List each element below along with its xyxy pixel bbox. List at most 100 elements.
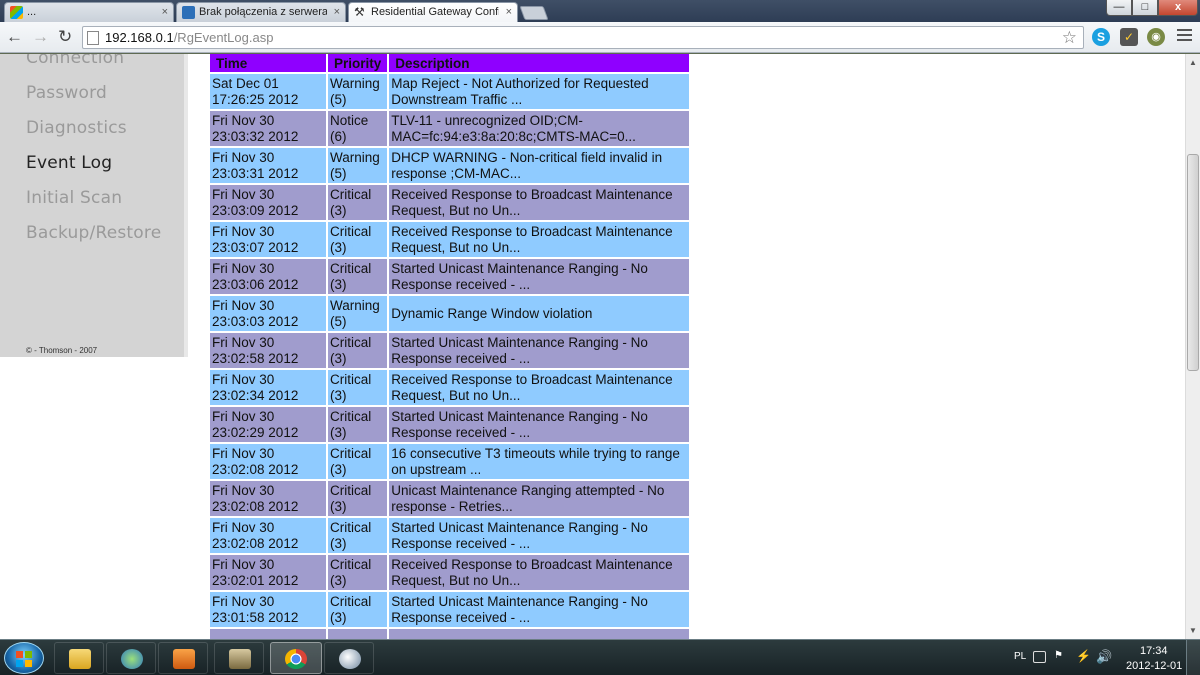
table-header-row: Time Priority Description <box>210 54 691 74</box>
description-cell-line: Request, But no Un... <box>391 202 521 218</box>
tab-strip: ... × Brak połączenia z serwerami × ⚒ Re… <box>0 0 1200 22</box>
description-cell: Received Response to Broadcast Maintenan… <box>389 370 691 407</box>
tab-1[interactable]: ... × <box>4 2 174 22</box>
description-cell: Started Unicast Maintenance Ranging - No… <box>389 333 691 370</box>
sidebar: Connection Password Diagnostics Event Lo… <box>0 54 188 357</box>
priority-cell-line: (5) <box>330 91 347 107</box>
menu-icon[interactable] <box>1177 29 1192 43</box>
priority-cell-line: (3) <box>330 239 347 255</box>
description-cell-line: Received Response to Broadcast Maintenan… <box>391 556 673 572</box>
description-cell: Unicast Maintenance Ranging attempted - … <box>389 481 691 518</box>
clock-time[interactable]: 17:34 <box>1140 645 1168 657</box>
media-player-icon <box>173 649 195 669</box>
taskbar-media-player-button[interactable] <box>158 642 208 674</box>
priority-cell-line: (3) <box>330 424 347 440</box>
language-indicator[interactable]: PL <box>1014 651 1026 662</box>
sidebar-item-initial-scan[interactable]: Initial Scan <box>26 188 122 208</box>
time-cell-line: Fri Nov 30 <box>212 519 275 535</box>
time-cell: Fri Nov 30 23:02:08 2012 <box>210 481 328 518</box>
scroll-down-arrow-icon[interactable]: ▼ <box>1189 626 1197 635</box>
checkmark-extension-icon[interactable]: ✓ <box>1120 28 1138 46</box>
url-text[interactable]: 192.168.0.1/RgEventLog.asp <box>105 30 273 45</box>
reload-icon[interactable]: ↻ <box>58 27 72 47</box>
time-cell-line: Fri Nov 30 <box>212 556 275 572</box>
time-cell-line: Fri Nov 30 <box>212 186 275 202</box>
sidebar-item-event-log[interactable]: Event Log <box>26 153 112 173</box>
skype-extension-icon[interactable]: S <box>1092 28 1110 46</box>
taskbar-network-button[interactable] <box>106 642 156 674</box>
description-cell-line: DHCP WARNING - Non-critical field invali… <box>391 149 663 165</box>
description-cell-line: Started Unicast Maintenance Ranging - No <box>391 593 648 609</box>
sidebar-item-password[interactable]: Password <box>26 83 107 103</box>
priority-cell-line: (3) <box>330 535 347 551</box>
sidebar-item-diagnostics[interactable]: Diagnostics <box>26 118 127 138</box>
new-tab-button[interactable] <box>519 6 549 20</box>
window-close-button[interactable]: x <box>1158 0 1198 16</box>
priority-cell-line: (3) <box>330 461 347 477</box>
tab-2[interactable]: Brak połączenia z serwerami × <box>176 2 346 22</box>
taskbar-chrome-button[interactable] <box>270 642 322 674</box>
time-cell-line: 23:02:08 2012 <box>212 498 299 514</box>
show-desktop-button[interactable] <box>1186 640 1200 675</box>
tab-close-icon[interactable]: × <box>506 3 512 21</box>
description-cell: TLV-11 - unrecognized OID;CM- MAC=fc:94:e… <box>389 111 691 148</box>
priority-cell-line: Warning <box>330 149 380 165</box>
sidebar-item-backup-restore[interactable]: Backup/Restore <box>26 223 161 243</box>
time-cell-line: 23:02:08 2012 <box>212 535 299 551</box>
keyboard-icon[interactable] <box>1033 651 1046 663</box>
description-cell-line: TLV-11 - unrecognized OID;CM- <box>391 112 583 128</box>
forward-arrow-icon[interactable]: → <box>32 27 49 47</box>
address-bar[interactable]: 192.168.0.1/RgEventLog.asp ☆ <box>82 26 1084 49</box>
tab-close-icon[interactable]: × <box>334 3 340 21</box>
start-button[interactable] <box>4 642 44 674</box>
time-cell: Fri Nov 30 23:03:03 2012 <box>210 296 328 333</box>
time-cell-line: Fri Nov 30 <box>212 482 275 498</box>
eye-extension-icon[interactable]: ◉ <box>1147 28 1165 46</box>
priority-cell-line: Notice <box>330 112 369 128</box>
scrollbar-thumb[interactable] <box>1187 154 1199 371</box>
time-cell-line: 23:02:58 2012 <box>212 350 299 366</box>
window-maximize-button[interactable]: □ <box>1132 0 1158 16</box>
bookmark-star-icon[interactable]: ☆ <box>1062 28 1077 48</box>
taskbar-paint-button[interactable] <box>324 642 374 674</box>
description-cell-line: Response received - ... <box>391 276 531 292</box>
tab-title: ... <box>27 6 37 18</box>
time-cell-line: Fri Nov 30 <box>212 334 275 350</box>
sidebar-item-connection[interactable]: Connection <box>26 54 124 68</box>
vertical-scrollbar[interactable]: ▲ ▼ <box>1185 54 1200 639</box>
taskbar-tool-button[interactable] <box>214 642 264 674</box>
tab-3-active[interactable]: ⚒ Residential Gateway Confi × <box>348 2 518 22</box>
taskbar-explorer-button[interactable] <box>54 642 104 674</box>
description-cell-line: Map Reject - Not Authorized for Requeste… <box>391 75 649 91</box>
table-row: Fri Nov 30 23:02:58 2012 Critical (3) Starte… <box>210 333 691 370</box>
time-cell-line: 23:03:07 2012 <box>212 239 299 255</box>
time-cell: Fri Nov 30 <box>210 629 328 639</box>
tab-close-icon[interactable]: × <box>162 3 168 21</box>
priority-cell-line: Critical <box>330 223 372 239</box>
back-arrow-icon[interactable]: ← <box>6 27 23 47</box>
time-cell-line: 17:26:25 2012 <box>212 91 299 107</box>
description-cell: Started Unicast Maintenance Ranging - No… <box>389 592 691 629</box>
scroll-up-arrow-icon[interactable]: ▲ <box>1189 58 1197 67</box>
action-center-flag-icon[interactable]: ⚑ <box>1054 650 1063 662</box>
priority-cell-line: Critical <box>330 260 372 276</box>
description-cell-line: Started Unicast Maintenance Ranging - No <box>391 519 648 535</box>
clock-date[interactable]: 2012-12-01 <box>1126 660 1182 672</box>
table-row: Fri Nov 30 23:02:34 2012 Critical (3) Receiv… <box>210 370 691 407</box>
power-icon[interactable]: ⚡ <box>1076 649 1091 663</box>
description-cell: Map Reject - Not Authorized for Requeste… <box>389 74 691 111</box>
time-cell: Fri Nov 30 23:02:34 2012 <box>210 370 328 407</box>
priority-cell: Critical (3) <box>328 222 390 259</box>
priority-cell: Warning (5) <box>328 296 390 333</box>
time-cell-line: Fri Nov 30 <box>212 260 275 276</box>
window-minimize-button[interactable]: — <box>1106 0 1132 16</box>
column-header-priority: Priority <box>328 54 390 74</box>
time-cell-line: Fri Nov 30 <box>212 593 275 609</box>
priority-cell-line: (3) <box>330 387 347 403</box>
copyright-text: © - Thomson - 2007 <box>26 346 98 355</box>
description-cell-line: 16 consecutive T3 timeouts while trying … <box>391 445 680 461</box>
priority-cell-line: (3) <box>330 498 347 514</box>
volume-icon[interactable]: 🔊 <box>1096 649 1112 664</box>
priority-cell: Critical (3) <box>328 333 390 370</box>
table-row: Fri Nov 30 23:02:01 2012 Critical (3) Receiv… <box>210 555 691 592</box>
